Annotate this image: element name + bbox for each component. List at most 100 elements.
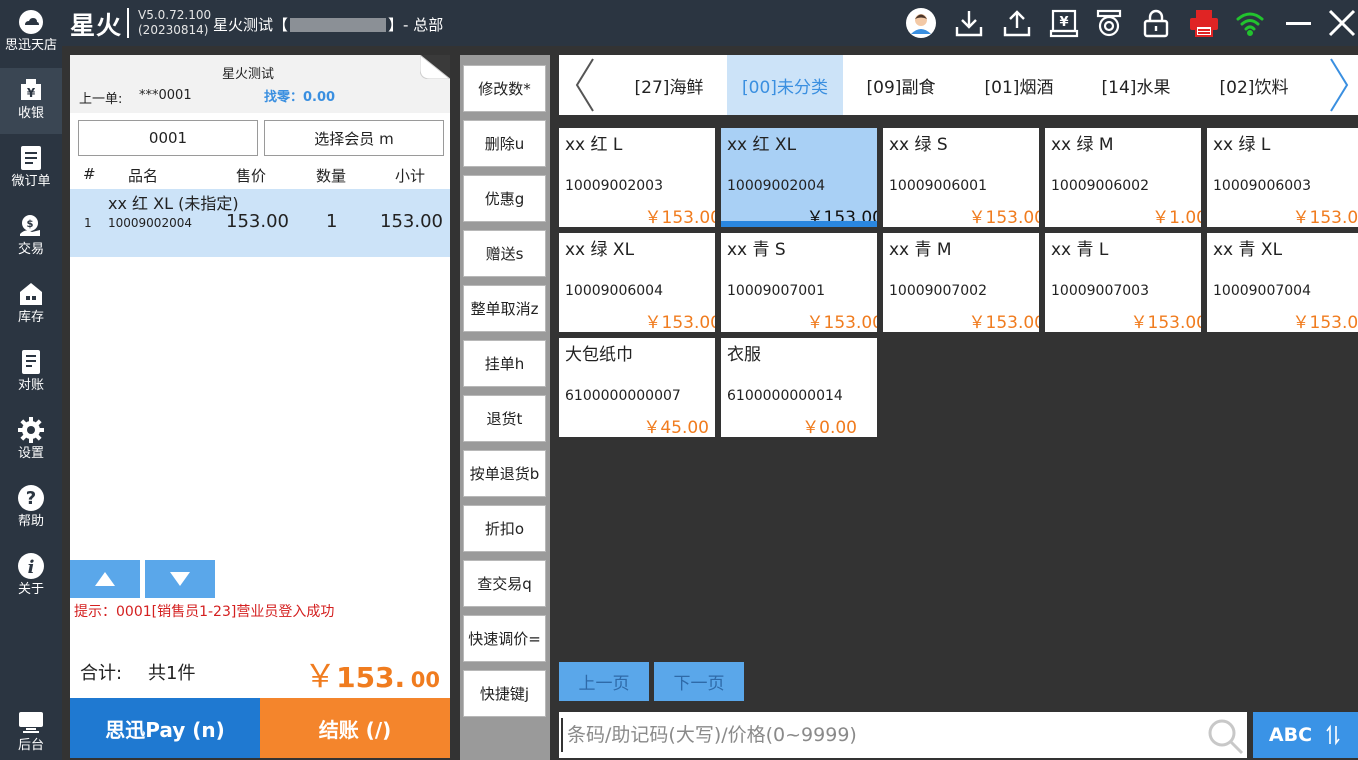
fn-return-by-order-button[interactable]: 按单退货b	[463, 450, 546, 497]
cash-drawer-icon[interactable]: ¥	[1047, 6, 1081, 40]
category-tab[interactable]: [14]水果	[1079, 55, 1193, 115]
printer-icon[interactable]	[1187, 6, 1221, 40]
gear-icon	[17, 416, 45, 444]
fn-return-button[interactable]: 退货t	[463, 395, 546, 442]
category-tab[interactable]: [02]饮料	[1197, 55, 1311, 115]
keyboard-toggle-button[interactable]: ABC	[1253, 712, 1358, 758]
category-prev-button[interactable]	[563, 55, 607, 115]
fn-quick-price-button[interactable]: 快速调价=	[463, 615, 546, 662]
product-name: xx 绿 S	[889, 135, 948, 155]
total-amount: ￥153. 00	[304, 651, 440, 697]
col-name: 品名	[128, 167, 159, 185]
selection-bar	[721, 221, 877, 227]
fn-delete-button[interactable]: 删除u	[463, 120, 546, 167]
store-title: 星火测试【 】- 总部	[213, 14, 443, 35]
product-card[interactable]: xx 绿 XL 10009006004 ￥153.00	[559, 233, 715, 332]
product-card[interactable]: xx 绿 L 10009006003 ￥153.00	[1207, 128, 1358, 227]
nav-item-help[interactable]: ? 帮助	[0, 476, 62, 542]
product-price: ￥0.00	[802, 418, 857, 437]
category-tab[interactable]: [09]副食	[845, 55, 957, 115]
product-name: xx 绿 XL	[565, 240, 635, 260]
product-card[interactable]: xx 青 M 10009007002 ￥153.00	[883, 233, 1039, 332]
fn-cancel-order-button[interactable]: 整单取消z	[463, 285, 546, 332]
function-buttons: 修改数* 删除u 优惠g 赠送s 整单取消z 挂单h 退货t 按单退货b 折扣o…	[460, 55, 550, 760]
user-avatar-icon[interactable]	[904, 6, 938, 40]
fn-query-transaction-button[interactable]: 查交易q	[463, 560, 546, 607]
product-card[interactable]: xx 红 L 10009002003 ￥153.00	[559, 128, 715, 227]
category-tab[interactable]: [01]烟酒	[961, 55, 1077, 115]
upload-icon[interactable]	[1000, 6, 1034, 40]
total-label: 合计:	[80, 663, 123, 684]
nav-item-tiandian[interactable]: 思迅天店	[0, 0, 62, 66]
product-card-selected[interactable]: xx 红 XL 10009002004 ￥153.00	[721, 128, 877, 227]
fn-discount-offer-button[interactable]: 优惠g	[463, 175, 546, 222]
item-price: 153.00	[226, 211, 289, 232]
prev-order-label: 上一单:	[79, 92, 123, 107]
col-price: 售价	[236, 167, 267, 185]
total-integer: 153.	[336, 661, 406, 694]
download-icon[interactable]	[952, 6, 986, 40]
fn-shortcuts-button[interactable]: 快捷键j	[463, 670, 546, 717]
product-card[interactable]: xx 绿 S 10009006001 ￥153.00	[883, 128, 1039, 227]
category-tab[interactable]: [27]海鲜	[611, 55, 727, 115]
triangle-up-icon	[95, 572, 115, 586]
close-icon[interactable]	[1325, 6, 1358, 40]
title-bar: 星火 V5.0.72.100 (20230814) 星火测试【 】- 总部 ¥	[62, 0, 1358, 46]
keyboard-toggle-label: ABC	[1268, 724, 1313, 746]
search-icon[interactable]	[1205, 716, 1245, 756]
select-member-button[interactable]: 选择会员 m	[264, 120, 444, 156]
cashier-icon: ¥	[17, 76, 45, 104]
salesperson-button[interactable]: 0001	[78, 120, 258, 156]
nav-item-cashier[interactable]: ¥ 收银	[0, 68, 62, 134]
receipt-row[interactable]: xx 红 XL (未指定) 1 10009002004 153.00 1 153…	[70, 189, 450, 257]
receipt-header: 星火测试 上一单: ***0001 找零：0.00	[70, 55, 450, 113]
nav-label: 后台	[17, 738, 44, 753]
product-code: 10009006004	[565, 283, 663, 299]
prev-page-button[interactable]: 上一页	[559, 662, 649, 701]
barcode-search-input[interactable]	[561, 718, 1201, 752]
version-number: V5.0.72.100	[138, 8, 212, 22]
receipt-column-headers: # 品名 售价 数量 小计	[70, 163, 450, 189]
triangle-down-icon	[170, 572, 190, 586]
fn-discount-button[interactable]: 折扣o	[463, 505, 546, 552]
sixun-pay-button[interactable]: 思迅Pay (n)	[70, 698, 260, 758]
product-card[interactable]: 衣服 6100000000014 ￥0.00	[721, 338, 877, 437]
checkout-button[interactable]: 结账 (/)	[260, 698, 450, 758]
backend-icon	[17, 708, 45, 736]
minimize-icon[interactable]	[1281, 6, 1315, 40]
nav-item-about[interactable]: i 关于	[0, 544, 62, 610]
nav-item-micro-order[interactable]: 微订单	[0, 136, 62, 202]
next-page-button[interactable]: 下一页	[654, 662, 744, 701]
product-name: xx 青 M	[889, 240, 952, 260]
nav-item-settings[interactable]: 设置	[0, 408, 62, 474]
svg-text:¥: ¥	[1059, 15, 1068, 30]
category-next-button[interactable]	[1317, 55, 1358, 115]
product-code: 10009007004	[1213, 283, 1311, 299]
chevron-left-icon	[575, 58, 594, 112]
fn-modify-qty-button[interactable]: 修改数*	[463, 65, 546, 112]
fn-gift-button[interactable]: 赠送s	[463, 230, 546, 277]
change-amount: 找零：0.00	[264, 90, 336, 105]
nav-item-transaction[interactable]: $ 交易	[0, 204, 62, 270]
wifi-icon[interactable]	[1233, 6, 1267, 40]
scroll-down-button[interactable]	[145, 560, 215, 598]
product-card[interactable]: xx 青 S 10009007001 ￥153.00	[721, 233, 877, 332]
nav-item-inventory[interactable]: 库存	[0, 272, 62, 338]
product-card[interactable]: 大包纸巾 6100000000007 ￥45.00	[559, 338, 715, 437]
product-card[interactable]: xx 青 L 10009007003 ￥153.00	[1045, 233, 1201, 332]
reconcile-icon	[17, 348, 45, 376]
total-decimal: 00	[410, 668, 440, 692]
fn-hold-order-button[interactable]: 挂单h	[463, 340, 546, 387]
lock-icon[interactable]	[1139, 6, 1173, 40]
scroll-up-button[interactable]	[70, 560, 140, 598]
nav-item-backend[interactable]: 后台	[0, 700, 62, 760]
nav-item-reconcile[interactable]: 对账	[0, 340, 62, 406]
search-bar	[559, 712, 1247, 758]
shop-name: 星火测试	[221, 67, 274, 82]
category-tab-active[interactable]: [00]未分类	[727, 55, 843, 115]
product-card[interactable]: xx 绿 M 10009006002 ￥1.00	[1045, 128, 1201, 227]
scale-icon[interactable]	[1092, 6, 1126, 40]
order-icon	[17, 144, 45, 172]
product-name: xx 青 S	[727, 240, 786, 260]
product-card[interactable]: xx 青 XL 10009007004 ￥153.00	[1207, 233, 1358, 332]
